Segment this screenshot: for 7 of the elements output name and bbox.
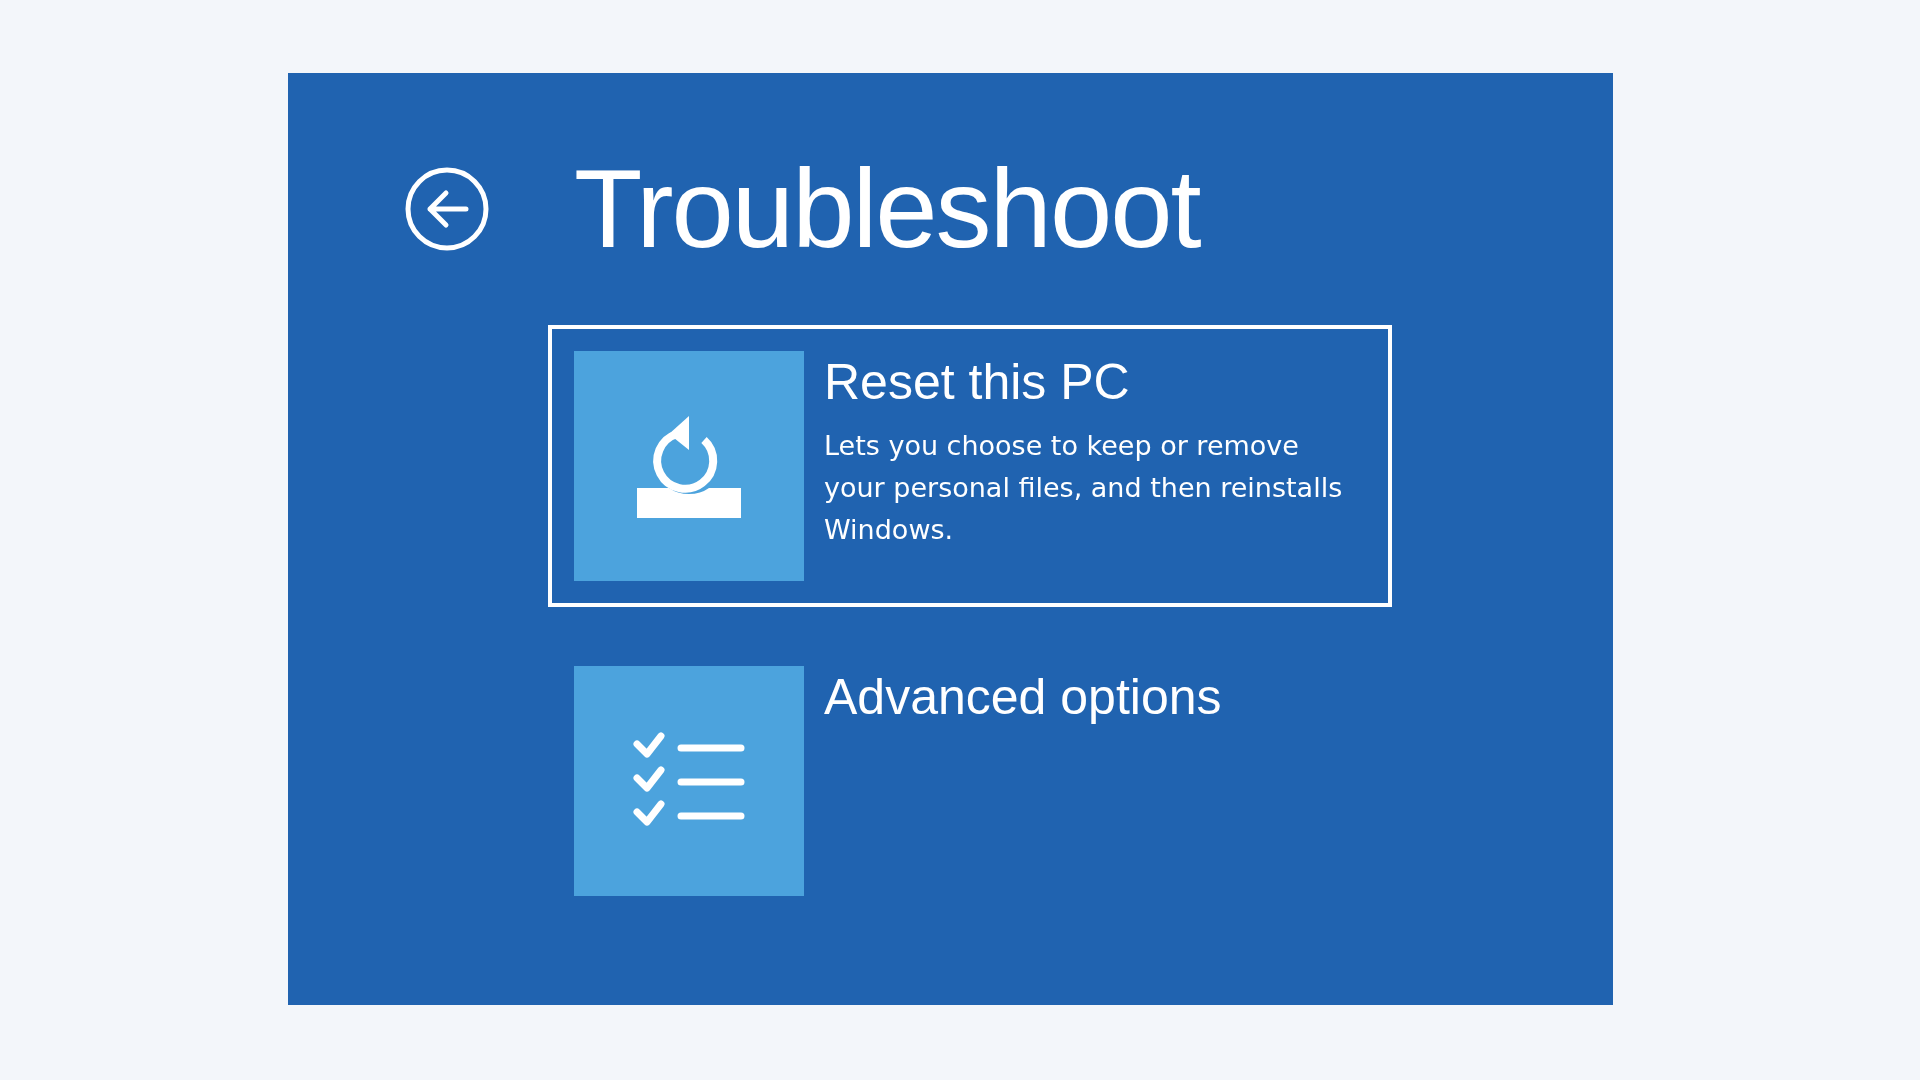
option-tile[interactable]: Advanced options xyxy=(548,640,1392,922)
option-description: Lets you choose to keep or remove your personal files, and then reinstalls Windows. xyxy=(824,429,1344,547)
option-tile[interactable]: Reset this PC Lets you choose to keep or remove your personal files, and then reinstalls Windows. xyxy=(548,325,1392,607)
option-title: Advanced options xyxy=(824,672,1222,722)
screen-title: Troubleshoot xyxy=(574,153,1200,265)
option-title: Reset this PC xyxy=(824,357,1131,407)
back-button[interactable] xyxy=(404,166,490,252)
